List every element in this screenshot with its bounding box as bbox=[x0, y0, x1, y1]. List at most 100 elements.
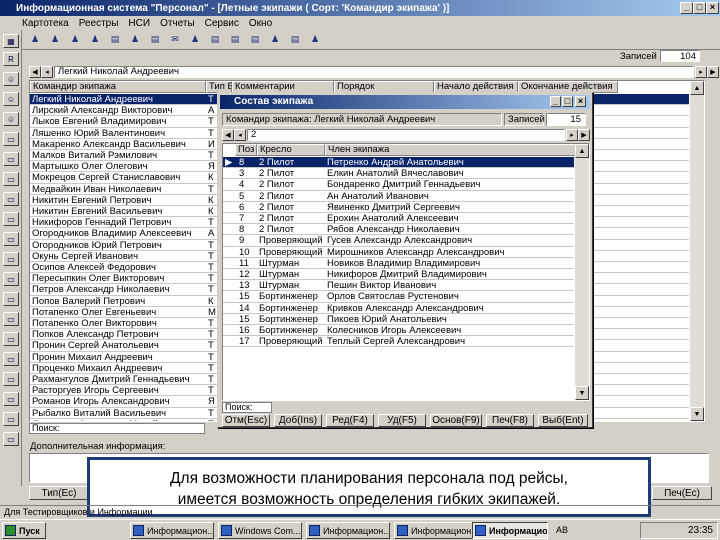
start-button[interactable]: Пуск bbox=[2, 522, 46, 539]
folder-icon[interactable]: ▭ bbox=[3, 272, 19, 286]
folder-icon[interactable]: ▭ bbox=[3, 172, 19, 186]
people-icon[interactable]: ♟ bbox=[128, 32, 142, 46]
dialog-minimize-button[interactable]: _ bbox=[550, 96, 561, 107]
folder-icon[interactable]: ▭ bbox=[3, 412, 19, 426]
document-icon[interactable]: ▤ bbox=[288, 32, 302, 46]
ref-icon[interactable]: R bbox=[3, 52, 19, 66]
table-row[interactable]: 3 2 Пилот Елкин Анатолий Вячеславович bbox=[223, 168, 574, 180]
first-record-button[interactable]: ◀ bbox=[29, 66, 41, 78]
table-row[interactable]: 5 2 Пилот Ан Анатолий Иванович bbox=[223, 191, 574, 202]
dialog-add-button[interactable]: Доб(Ins) bbox=[274, 414, 322, 427]
table-row[interactable]: 9 Проверяющий Гусев Александр Александрови… bbox=[223, 235, 574, 247]
close-button[interactable]: × bbox=[706, 2, 719, 14]
folder-icon[interactable]: ▭ bbox=[3, 152, 19, 166]
table-row[interactable]: ▶ 8 2 Пилот Петренко Андрей Анатольевич bbox=[223, 157, 574, 169]
print-button[interactable]: Печ(Ес) bbox=[652, 486, 712, 500]
folder-icon[interactable]: ▭ bbox=[3, 252, 19, 266]
dialog-crew-field[interactable]: 2 bbox=[247, 129, 565, 141]
folder-icon[interactable]: ▭ bbox=[3, 352, 19, 366]
dialog-search-label[interactable]: Поиск: bbox=[222, 402, 272, 413]
scroll-up-icon[interactable]: ▲ bbox=[690, 81, 704, 95]
column-header-seat[interactable]: Кресло bbox=[257, 144, 325, 156]
person-icon[interactable]: ☺ bbox=[3, 92, 19, 106]
dialog-delete-button[interactable]: Уд(F5) bbox=[378, 414, 426, 427]
dialog-maximize-button[interactable]: □ bbox=[562, 96, 573, 107]
current-record-field[interactable]: Легкий Николай Андреевич bbox=[54, 66, 694, 78]
language-indicator[interactable]: АВ bbox=[556, 525, 568, 535]
dialog-cancel-button[interactable]: Отм(Esc) bbox=[222, 414, 270, 427]
people-icon[interactable]: ♟ bbox=[68, 32, 82, 46]
dialog-select-button[interactable]: Выб(Ent) bbox=[538, 414, 588, 427]
filter-button[interactable]: Тип(Ес) bbox=[29, 486, 89, 500]
table-row[interactable]: 7 2 Пилот Ерохин Анатолий Алексеевич bbox=[223, 213, 574, 225]
document-icon[interactable]: ▤ bbox=[148, 32, 162, 46]
menu-item-reestry[interactable]: Реестры bbox=[79, 18, 119, 29]
taskbar-item-2[interactable]: Windows Com... bbox=[218, 522, 302, 539]
document-icon[interactable]: ▤ bbox=[108, 32, 122, 46]
person-icon[interactable]: ☺ bbox=[3, 112, 19, 126]
dialog-edit-button[interactable]: Ред(F4) bbox=[326, 414, 374, 427]
dialog-last-button[interactable]: ▶ bbox=[578, 129, 590, 141]
crew-scrollbar[interactable]: ▲ ▼ bbox=[575, 144, 589, 400]
document-icon[interactable]: ▤ bbox=[228, 32, 242, 46]
folder-icon[interactable]: ▭ bbox=[3, 432, 19, 446]
column-header-pos[interactable]: Поз bbox=[235, 144, 257, 156]
people-icon[interactable]: ♟ bbox=[48, 32, 62, 46]
prev-record-button[interactable]: ◂ bbox=[41, 66, 53, 78]
folder-icon[interactable]: ▭ bbox=[3, 292, 19, 306]
taskbar-item-3[interactable]: Информацион... bbox=[306, 522, 390, 539]
table-row[interactable]: 4 2 Пилот Бондаренко Дмитрий Геннадьевич bbox=[223, 179, 574, 191]
menu-item-nsi[interactable]: НСИ bbox=[128, 18, 150, 29]
person-icon[interactable]: ☺ bbox=[3, 72, 19, 86]
menu-item-servis[interactable]: Сервис bbox=[205, 18, 239, 29]
dialog-prev-button[interactable]: ◂ bbox=[234, 129, 246, 141]
folder-icon[interactable]: ▭ bbox=[3, 332, 19, 346]
folder-icon[interactable]: ▭ bbox=[3, 212, 19, 226]
document-icon[interactable]: ▤ bbox=[208, 32, 222, 46]
table-row[interactable]: 15 Бортинженер Орлов Святослав Рустенович bbox=[223, 291, 574, 303]
envelope-icon[interactable]: ✉ bbox=[168, 32, 182, 46]
table-row[interactable]: 13 Штурман Пешин Виктор Иванович bbox=[223, 280, 574, 292]
last-record-button[interactable]: ▶ bbox=[707, 66, 719, 78]
column-header-member[interactable]: Член экипажа bbox=[325, 144, 577, 156]
menu-item-okno[interactable]: Окно bbox=[249, 18, 272, 29]
dialog-close-button[interactable]: × bbox=[575, 96, 586, 107]
table-row[interactable]: 6 2 Пилот Явиненко Дмитрий Сергеевич bbox=[223, 202, 574, 213]
table-row[interactable]: 12 Штурман Никифоров Дмитрий Владимирович bbox=[223, 269, 574, 281]
scroll-down-icon[interactable]: ▼ bbox=[690, 407, 704, 421]
table-row[interactable]: 14 Бортинженер Кривков Александр Александр… bbox=[223, 303, 574, 314]
table-row[interactable]: 10 Проверяющий Мирошников Александр Алекса… bbox=[223, 247, 574, 258]
people-icon[interactable]: ♟ bbox=[268, 32, 282, 46]
taskbar-item-active[interactable]: Информацион... bbox=[472, 522, 548, 539]
maximize-button[interactable]: □ bbox=[693, 2, 706, 14]
table-row[interactable]: 11 Штурман Новиков Владимир Владимирович bbox=[223, 258, 574, 269]
table-row[interactable]: 15 Бортинженер Пикоев Юрий Анатольевич bbox=[223, 314, 574, 325]
main-scrollbar[interactable]: ▲ ▼ bbox=[690, 81, 704, 421]
people-icon[interactable]: ♟ bbox=[28, 32, 42, 46]
folder-icon[interactable]: ▭ bbox=[3, 232, 19, 246]
table-row[interactable]: 17 Проверяющий Теплый Сергей Александрович bbox=[223, 336, 574, 348]
folder-icon[interactable]: ▭ bbox=[3, 372, 19, 386]
people-icon[interactable]: ♟ bbox=[308, 32, 322, 46]
dialog-first-button[interactable]: ◀ bbox=[222, 129, 234, 141]
table-row[interactable]: 8 2 Пилот Рябов Александр Николаевич bbox=[223, 224, 574, 236]
minimize-button[interactable]: _ bbox=[680, 2, 693, 14]
dialog-print-button[interactable]: Печ(F8) bbox=[486, 414, 534, 427]
next-record-button[interactable]: ▸ bbox=[695, 66, 707, 78]
document-icon[interactable]: ▤ bbox=[248, 32, 262, 46]
taskbar-item-4[interactable]: Информацион... bbox=[394, 522, 478, 539]
folder-icon[interactable]: ▭ bbox=[3, 312, 19, 326]
folder-icon[interactable]: ▭ bbox=[3, 392, 19, 406]
scroll-down-icon[interactable]: ▼ bbox=[575, 386, 589, 400]
main-search-label[interactable]: Поиск: bbox=[29, 423, 205, 434]
grid-icon[interactable]: ▦ bbox=[3, 34, 19, 48]
menu-item-otchety[interactable]: Отчеты bbox=[160, 18, 195, 29]
scroll-up-icon[interactable]: ▲ bbox=[575, 144, 589, 158]
column-header-commander[interactable]: Командир экипажа bbox=[30, 81, 206, 93]
folder-icon[interactable]: ▭ bbox=[3, 192, 19, 206]
people-icon[interactable]: ♟ bbox=[88, 32, 102, 46]
taskbar-item-1[interactable]: Информацион... bbox=[130, 522, 214, 539]
dialog-next-button[interactable]: ▸ bbox=[566, 129, 578, 141]
table-row[interactable]: 16 Бортинженер Колесников Игорь Алексеевич bbox=[223, 325, 574, 337]
people-icon[interactable]: ♟ bbox=[188, 32, 202, 46]
